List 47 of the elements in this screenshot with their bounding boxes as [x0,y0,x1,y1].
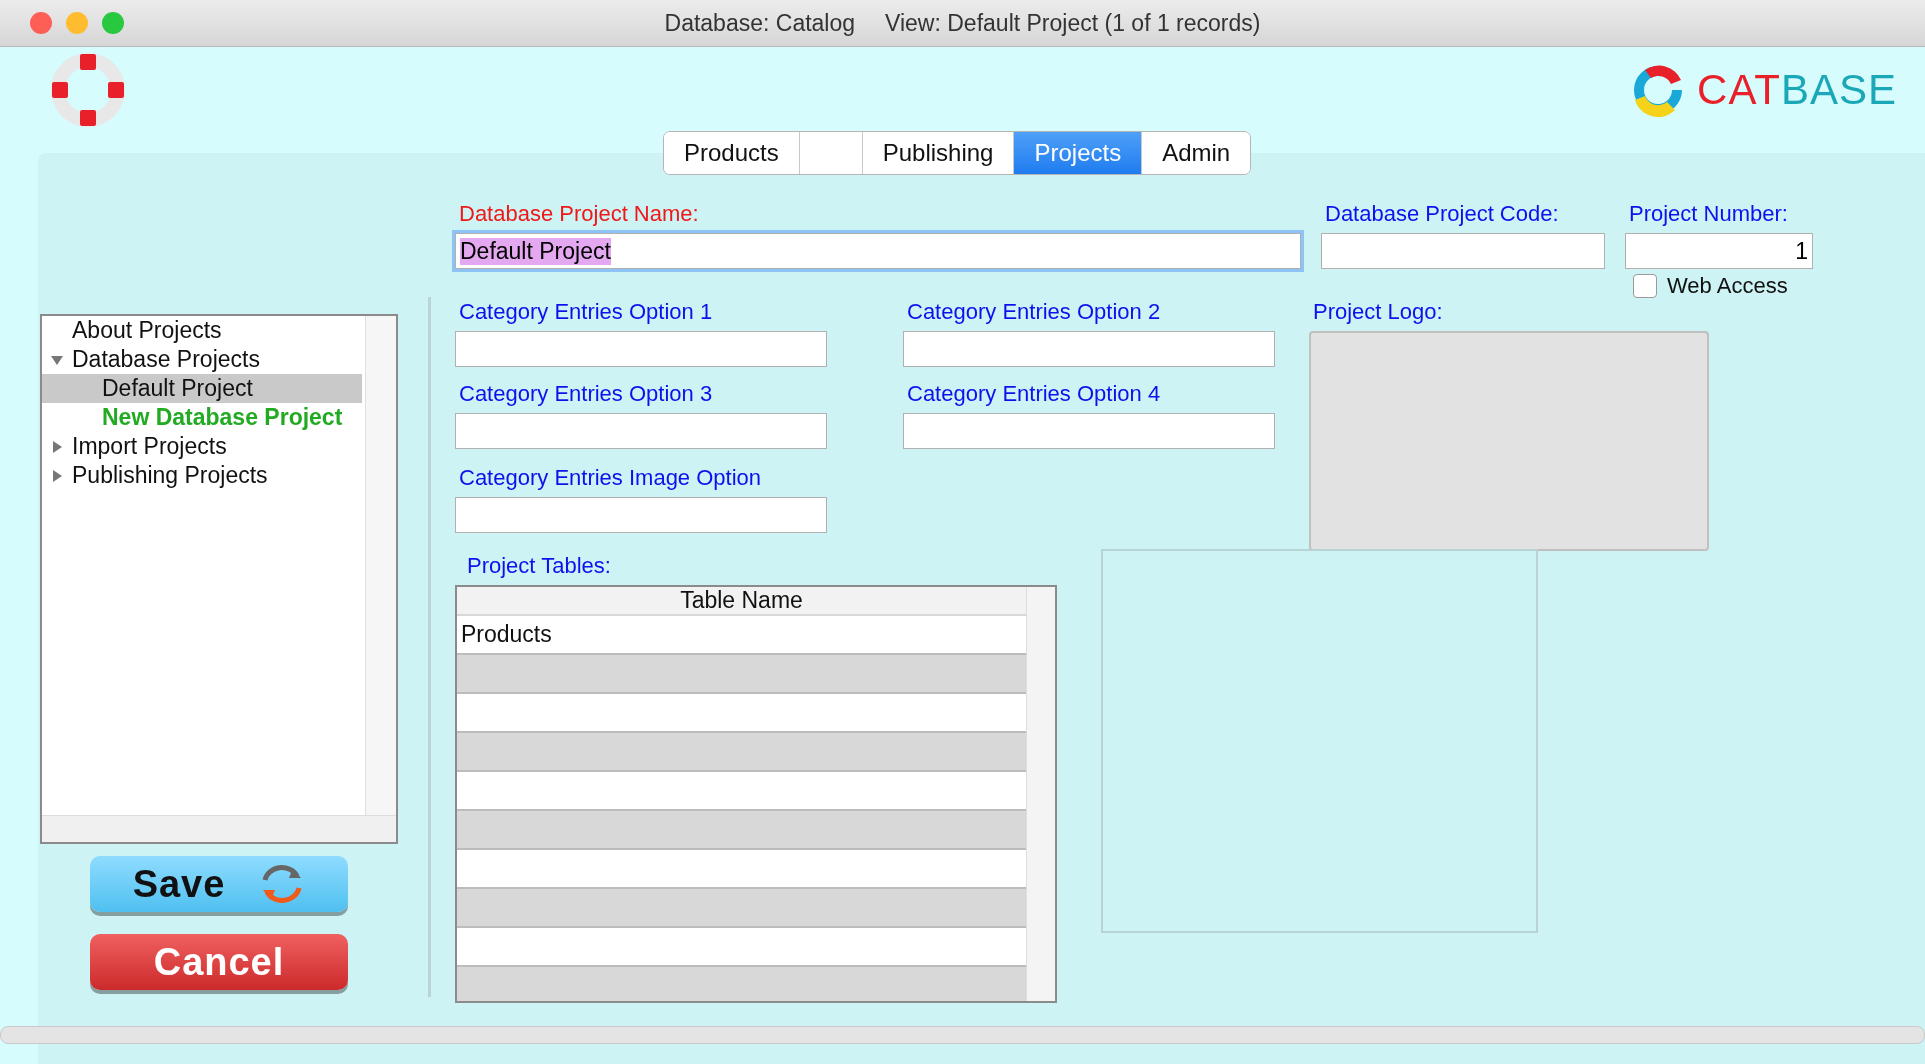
field-label: Project Tables: [467,553,611,579]
window-title: Database: Catalog [664,9,856,37]
empty-row[interactable] [457,967,1026,1001]
close-button[interactable] [30,12,52,34]
vertical-scrollbar[interactable] [1026,587,1055,1001]
window-subtitle: View: Default Project (1 of 1 records) [885,9,1261,37]
lifebuoy-icon[interactable] [50,52,126,128]
empty-row[interactable] [457,889,1026,928]
horizontal-scrollbar[interactable] [42,815,396,842]
empty-row[interactable] [457,733,1026,772]
field-label: Category Entries Option 3 [459,381,713,407]
collapsed-arrow-icon[interactable] [50,468,64,483]
tree-item[interactable]: About Projects [42,316,362,345]
tree-item[interactable]: Database Projects [42,345,362,374]
column-header[interactable]: Table Name [457,587,1026,616]
input-field[interactable] [903,331,1275,367]
input-field[interactable] [1321,233,1605,269]
horizontal-scrollbar[interactable] [0,1026,1925,1044]
input-field[interactable]: Default Project [455,233,1301,269]
minimize-button[interactable] [66,12,88,34]
tree-item[interactable]: Import Projects [42,432,362,461]
logo-well[interactable] [1309,331,1709,551]
field-label: Category Entries Option 2 [907,299,1161,325]
zoom-button[interactable] [102,12,124,34]
field-label: Category Entries Image Option [459,465,762,491]
empty-row[interactable] [457,811,1026,850]
field-label: Database Project Name: [459,201,699,227]
empty-row[interactable] [457,655,1026,694]
save-button[interactable]: Save [90,856,348,912]
field-label: Database Project Code: [1325,201,1559,227]
tree-item[interactable]: Publishing Projects [42,461,362,490]
tab[interactable]: Products [664,132,800,174]
field-label: Project Number: [1629,201,1788,227]
input-field[interactable] [455,497,827,533]
field-label: Category Entries Option 4 [907,381,1161,407]
input-field[interactable]: 1 [1625,233,1813,269]
field-label: Project Logo: [1313,299,1443,325]
vertical-scrollbar[interactable] [365,316,396,816]
input-field[interactable] [455,331,827,367]
collapsed-arrow-icon[interactable] [50,439,64,454]
tree-item[interactable]: Default Project [42,374,362,403]
logo-text: CATBASE [1697,66,1897,114]
field-label: Category Entries Option 1 [459,299,713,325]
input-field[interactable] [903,413,1275,449]
web-access-checkbox[interactable]: Web Access [1633,273,1788,299]
input-field[interactable] [455,413,827,449]
cancel-button[interactable]: Cancel [90,934,348,990]
